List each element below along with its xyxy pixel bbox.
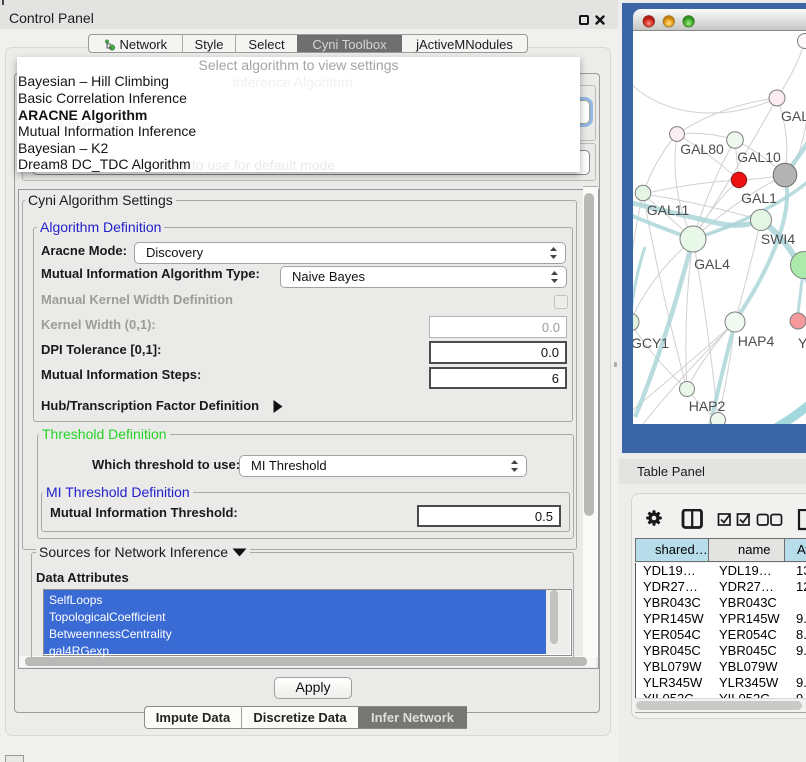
svg-text:HAP2: HAP2 — [689, 398, 726, 414]
svg-text:GAL11: GAL11 — [647, 202, 690, 218]
svg-text:HAP4: HAP4 — [738, 333, 775, 349]
svg-text:GAL4: GAL4 — [694, 256, 730, 272]
svg-text:GAL80: GAL80 — [680, 141, 724, 157]
svg-text:GAL1: GAL1 — [741, 190, 777, 206]
svg-text:GCY1: GCY1 — [633, 335, 669, 351]
svg-text:GAL10: GAL10 — [737, 149, 781, 165]
svg-text:SWI4: SWI4 — [761, 231, 795, 247]
svg-text:YJ: YJ — [798, 335, 806, 351]
svg-text:GAL2: GAL2 — [781, 108, 806, 124]
